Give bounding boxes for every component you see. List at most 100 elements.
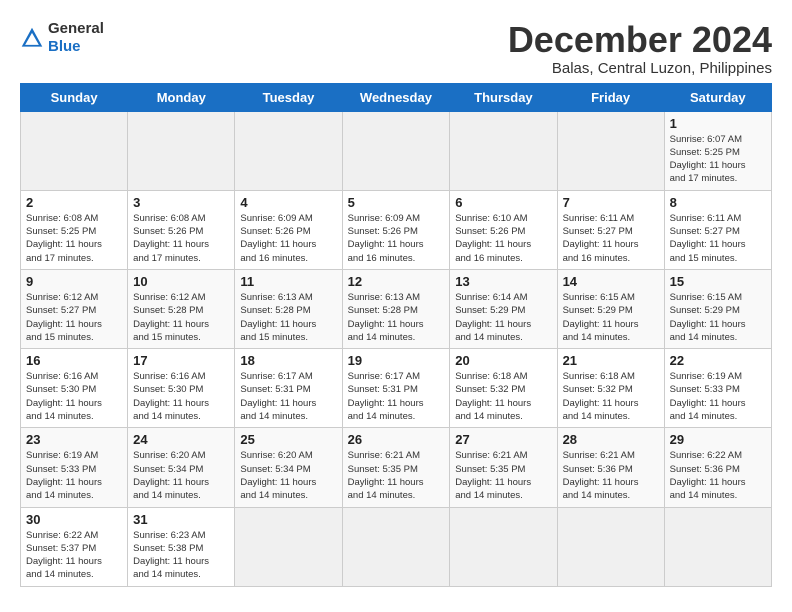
day-detail: Sunrise: 6:07 AM Sunset: 5:25 PM Dayligh… [670, 133, 766, 186]
column-header-thursday: Thursday [450, 83, 557, 111]
day-detail: Sunrise: 6:16 AM Sunset: 5:30 PM Dayligh… [26, 370, 122, 423]
logo-text-blue: Blue [48, 38, 81, 55]
column-header-sunday: Sunday [21, 83, 128, 111]
column-header-friday: Friday [557, 83, 664, 111]
calendar-cell: 22 Sunrise: 6:19 AM Sunset: 5:33 PM Dayli… [664, 349, 771, 428]
calendar-cell: 28Sunrise: 6:21 AM Sunset: 5:36 PM Dayli… [557, 428, 664, 507]
day-number: 17 [133, 353, 229, 368]
calendar-cell: 14 Sunrise: 6:15 AM Sunset: 5:29 PM Dayli… [557, 269, 664, 348]
calendar-cell [21, 111, 128, 190]
title-block: December 2024 Balas, Central Luzon, Phil… [508, 20, 772, 77]
column-header-saturday: Saturday [664, 83, 771, 111]
day-detail: Sunrise: 6:19 AM Sunset: 5:33 PM Dayligh… [670, 370, 766, 423]
day-number: 8 [670, 195, 766, 210]
day-number: 15 [670, 274, 766, 289]
calendar-cell: 15 Sunrise: 6:15 AM Sunset: 5:29 PM Dayli… [664, 269, 771, 348]
logo-icon [20, 26, 44, 50]
calendar-cell: 31Sunrise: 6:23 AM Sunset: 5:38 PM Dayli… [128, 507, 235, 586]
calendar-cell: 13 Sunrise: 6:14 AM Sunset: 5:29 PM Dayli… [450, 269, 557, 348]
calendar-cell [557, 111, 664, 190]
day-detail: Sunrise: 6:13 AM Sunset: 5:28 PM Dayligh… [348, 291, 445, 344]
calendar-cell [342, 507, 450, 586]
calendar-week-5: 23Sunrise: 6:19 AM Sunset: 5:33 PM Dayli… [21, 428, 772, 507]
calendar-cell: 12Sunrise: 6:13 AM Sunset: 5:28 PM Dayli… [342, 269, 450, 348]
day-number: 16 [26, 353, 122, 368]
day-detail: Sunrise: 6:17 AM Sunset: 5:31 PM Dayligh… [348, 370, 445, 423]
day-detail: Sunrise: 6:10 AM Sunset: 5:26 PM Dayligh… [455, 212, 551, 265]
day-number: 30 [26, 512, 122, 527]
calendar-cell: 9Sunrise: 6:12 AM Sunset: 5:27 PM Daylig… [21, 269, 128, 348]
day-number: 1 [670, 116, 766, 131]
day-detail: Sunrise: 6:20 AM Sunset: 5:34 PM Dayligh… [133, 449, 229, 502]
day-detail: Sunrise: 6:17 AM Sunset: 5:31 PM Dayligh… [240, 370, 336, 423]
day-detail: Sunrise: 6:14 AM Sunset: 5:29 PM Dayligh… [455, 291, 551, 344]
day-detail: Sunrise: 6:22 AM Sunset: 5:36 PM Dayligh… [670, 449, 766, 502]
calendar-week-4: 16 Sunrise: 6:16 AM Sunset: 5:30 PM Dayli… [21, 349, 772, 428]
calendar-cell [664, 507, 771, 586]
calendar-week-2: 2 Sunrise: 6:08 AM Sunset: 5:25 PM Daylig… [21, 190, 772, 269]
calendar-cell [235, 111, 342, 190]
day-detail: Sunrise: 6:16 AM Sunset: 5:30 PM Dayligh… [133, 370, 229, 423]
day-number: 13 [455, 274, 551, 289]
calendar-cell: 16 Sunrise: 6:16 AM Sunset: 5:30 PM Dayli… [21, 349, 128, 428]
day-detail: Sunrise: 6:21 AM Sunset: 5:35 PM Dayligh… [455, 449, 551, 502]
day-detail: Sunrise: 6:11 AM Sunset: 5:27 PM Dayligh… [563, 212, 659, 265]
day-number: 7 [563, 195, 659, 210]
day-detail: Sunrise: 6:19 AM Sunset: 5:33 PM Dayligh… [26, 449, 122, 502]
day-number: 6 [455, 195, 551, 210]
month-title: December 2024 [508, 20, 772, 60]
calendar-cell: 26 Sunrise: 6:21 AM Sunset: 5:35 PM Dayli… [342, 428, 450, 507]
calendar-week-6: 30 Sunrise: 6:22 AM Sunset: 5:37 PM Dayli… [21, 507, 772, 586]
day-number: 14 [563, 274, 659, 289]
column-header-tuesday: Tuesday [235, 83, 342, 111]
calendar-cell [450, 507, 557, 586]
calendar-cell: 21Sunrise: 6:18 AM Sunset: 5:32 PM Dayli… [557, 349, 664, 428]
calendar-cell: 27Sunrise: 6:21 AM Sunset: 5:35 PM Dayli… [450, 428, 557, 507]
calendar-cell: 23Sunrise: 6:19 AM Sunset: 5:33 PM Dayli… [21, 428, 128, 507]
day-detail: Sunrise: 6:08 AM Sunset: 5:25 PM Dayligh… [26, 212, 122, 265]
day-number: 2 [26, 195, 122, 210]
calendar-cell: 11Sunrise: 6:13 AM Sunset: 5:28 PM Dayli… [235, 269, 342, 348]
calendar-cell: 19 Sunrise: 6:17 AM Sunset: 5:31 PM Dayli… [342, 349, 450, 428]
calendar-week-3: 9Sunrise: 6:12 AM Sunset: 5:27 PM Daylig… [21, 269, 772, 348]
day-detail: Sunrise: 6:15 AM Sunset: 5:29 PM Dayligh… [670, 291, 766, 344]
calendar-cell [235, 507, 342, 586]
calendar-cell [450, 111, 557, 190]
day-detail: Sunrise: 6:11 AM Sunset: 5:27 PM Dayligh… [670, 212, 766, 265]
calendar-cell: 3Sunrise: 6:08 AM Sunset: 5:26 PM Daylig… [128, 190, 235, 269]
day-number: 3 [133, 195, 229, 210]
calendar-cell: 30 Sunrise: 6:22 AM Sunset: 5:37 PM Dayli… [21, 507, 128, 586]
day-detail: Sunrise: 6:23 AM Sunset: 5:38 PM Dayligh… [133, 529, 229, 582]
logo-text-general: General [48, 20, 104, 37]
day-number: 19 [348, 353, 445, 368]
day-number: 20 [455, 353, 551, 368]
page-header: General Blue December 2024 Balas, Centra… [20, 20, 772, 77]
day-number: 5 [348, 195, 445, 210]
calendar-cell: 4 Sunrise: 6:09 AM Sunset: 5:26 PM Daylig… [235, 190, 342, 269]
day-number: 25 [240, 432, 336, 447]
calendar-table: SundayMondayTuesdayWednesdayThursdayFrid… [20, 83, 772, 587]
location-title: Balas, Central Luzon, Philippines [508, 60, 772, 77]
calendar-cell: 6 Sunrise: 6:10 AM Sunset: 5:26 PM Daylig… [450, 190, 557, 269]
day-number: 21 [563, 353, 659, 368]
day-number: 22 [670, 353, 766, 368]
calendar-week-1: 1 Sunrise: 6:07 AM Sunset: 5:25 PM Daylig… [21, 111, 772, 190]
column-header-monday: Monday [128, 83, 235, 111]
column-header-wednesday: Wednesday [342, 83, 450, 111]
calendar-cell: 5 Sunrise: 6:09 AM Sunset: 5:26 PM Daylig… [342, 190, 450, 269]
day-number: 28 [563, 432, 659, 447]
day-detail: Sunrise: 6:12 AM Sunset: 5:27 PM Dayligh… [26, 291, 122, 344]
day-number: 26 [348, 432, 445, 447]
day-detail: Sunrise: 6:21 AM Sunset: 5:35 PM Dayligh… [348, 449, 445, 502]
day-number: 4 [240, 195, 336, 210]
calendar-cell: 10Sunrise: 6:12 AM Sunset: 5:28 PM Dayli… [128, 269, 235, 348]
calendar-cell: 2 Sunrise: 6:08 AM Sunset: 5:25 PM Daylig… [21, 190, 128, 269]
day-detail: Sunrise: 6:15 AM Sunset: 5:29 PM Dayligh… [563, 291, 659, 344]
day-detail: Sunrise: 6:09 AM Sunset: 5:26 PM Dayligh… [348, 212, 445, 265]
day-detail: Sunrise: 6:22 AM Sunset: 5:37 PM Dayligh… [26, 529, 122, 582]
calendar-cell [128, 111, 235, 190]
calendar-cell: 7 Sunrise: 6:11 AM Sunset: 5:27 PM Daylig… [557, 190, 664, 269]
day-number: 29 [670, 432, 766, 447]
day-detail: Sunrise: 6:18 AM Sunset: 5:32 PM Dayligh… [455, 370, 551, 423]
day-detail: Sunrise: 6:09 AM Sunset: 5:26 PM Dayligh… [240, 212, 336, 265]
